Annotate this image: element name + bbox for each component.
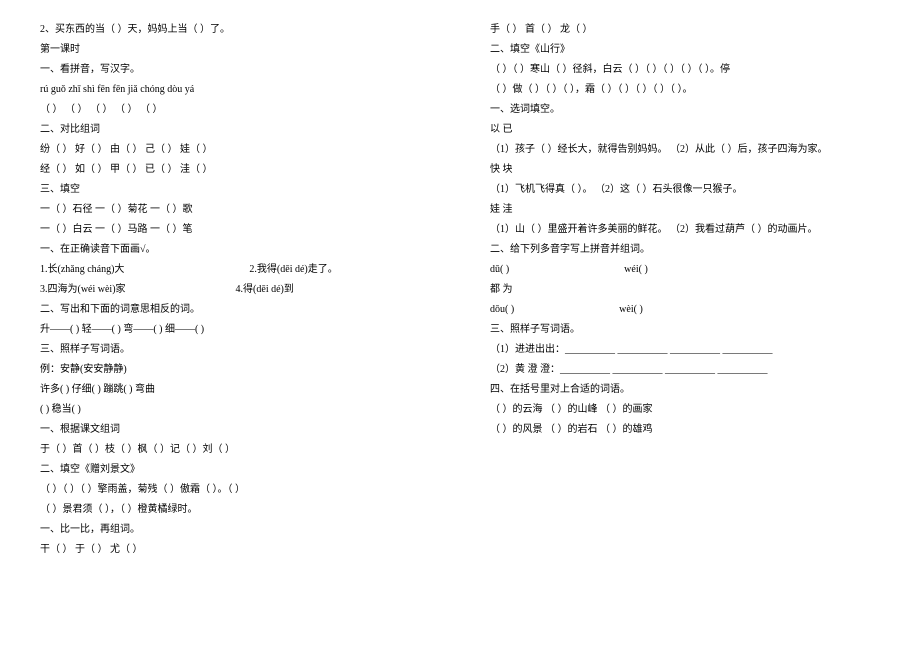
text-line: 一、看拼音，写汉字。: [40, 60, 430, 80]
text-span: 3.四海为(wéi wèi)家: [40, 284, 126, 295]
text-line: （ ）（ ）寒山（ ）径斜，白云（ ）（ ）（ ）（ ）（ ）。停: [490, 60, 880, 80]
text-line: 一（ ）石径 一（ ）菊花 一（ ）歌: [40, 200, 430, 220]
text-line: 二、填空《赠刘景文》: [40, 460, 430, 480]
text-line: 娃 洼: [490, 200, 880, 220]
text-line: 二、给下列多音字写上拼音并组词。: [490, 240, 880, 260]
text-line: 纷（ ） 好（ ） 由（ ） 己（ ） 娃（ ）: [40, 140, 430, 160]
text-line: 2、买东西的当（ ）天，妈妈上当（ ）了。: [40, 20, 430, 40]
text-line: 手（ ） 首（ ） 龙（ ）: [490, 20, 880, 40]
text-span: dōu( ): [490, 304, 514, 315]
text-line: 于（ ）首（ ）枝（ ）枫（ ）记（ ）刘（ ）: [40, 440, 430, 460]
text-line: 升——( ) 轻——( ) 弯——( ) 细——( ): [40, 320, 430, 340]
left-column: 2、买东西的当（ ）天，妈妈上当（ ）了。 第一课时 一、看拼音，写汉字。 rú…: [40, 20, 430, 630]
text-line: （ ）的风景 （ ）的岩石 （ ）的雄鸡: [490, 420, 880, 440]
text-line: 四、在括号里对上合适的词语。: [490, 380, 880, 400]
text-span: wéi( ): [624, 264, 648, 275]
text-line: （ ）的云海 （ ）的山峰 （ ）的画家: [490, 400, 880, 420]
text-line: 许多( ) 仔细( ) 蹦跳( ) 弯曲: [40, 380, 430, 400]
text-span: wèi( ): [619, 304, 643, 315]
text-line: 三、照样子写词语。: [490, 320, 880, 340]
text-line: 第一课时: [40, 40, 430, 60]
text-span: 2.我得(dēi dé)走了。: [249, 264, 337, 275]
text-line: 三、照样子写词语。: [40, 340, 430, 360]
text-line: 以 已: [490, 120, 880, 140]
text-line: 例：安静(安安静静): [40, 360, 430, 380]
text-line: 一、选词填空。: [490, 100, 880, 120]
text-line: （1）飞机飞得真（ ）。 （2）这（ ）石头很像一只猴子。: [490, 180, 880, 200]
pinyin-line: rú guǒ zhī shì fēn fēn jiǎ chóng dòu yá: [40, 80, 430, 100]
text-line: 二、填空《山行》: [490, 40, 880, 60]
text-line: （ ）（ ）（ ）擎雨盖，菊残（ ）傲霜（ ）。（ ）: [40, 480, 430, 500]
text-line: dōu( ) wèi( ): [490, 300, 880, 320]
text-line: 快 块: [490, 160, 880, 180]
text-line: 一、比一比，再组词。: [40, 520, 430, 540]
text-line: （1）山（ ）里盛开着许多美丽的鲜花。 （2）我看过葫芦（ ）的动画片。: [490, 220, 880, 240]
text-line: 都 为: [490, 280, 880, 300]
text-span: dū( ): [490, 264, 509, 275]
text-line: 经（ ） 如（ ） 甲（ ） 已（ ） 洼（ ）: [40, 160, 430, 180]
text-line: 干（ ） 于（ ） 尤（ ）: [40, 540, 430, 560]
text-line: ( ) 稳当( ): [40, 400, 430, 420]
text-line: （ ）做（ ）（ ）（ ），霜（ ）（ ）（ ）（ ）（ ）。: [490, 80, 880, 100]
text-line: 二、写出和下面的词意思相反的词。: [40, 300, 430, 320]
text-line: dū( ) wéi( ): [490, 260, 880, 280]
text-span: 4.得(dēi dé)到: [236, 284, 294, 295]
text-line: 3.四海为(wéi wèi)家 4.得(dēi dé)到: [40, 280, 430, 300]
text-span: 1.长(zhǎng cháng)大: [40, 264, 124, 275]
text-line: （ ）景君须（ ），（ ）橙黄橘绿时。: [40, 500, 430, 520]
text-line: （1）进进出出：__________ __________ __________…: [490, 340, 880, 360]
text-line: 三、填空: [40, 180, 430, 200]
text-line: （1）孩子（ ）经长大，就得告别妈妈。 （2）从此（ ）后，孩子四海为家。: [490, 140, 880, 160]
text-line: 二、对比组词: [40, 120, 430, 140]
right-column: 手（ ） 首（ ） 龙（ ） 二、填空《山行》 （ ）（ ）寒山（ ）径斜，白云…: [490, 20, 880, 630]
text-line: 一、根据课文组词: [40, 420, 430, 440]
text-line: （2）黄 澄 澄：__________ __________ _________…: [490, 360, 880, 380]
text-line: 一（ ）白云 一（ ）马路 一（ ）笔: [40, 220, 430, 240]
text-line: 1.长(zhǎng cháng)大 2.我得(dēi dé)走了。: [40, 260, 430, 280]
blank-line: （ ） （ ） （ ） （ ） （ ）: [40, 100, 430, 120]
text-line: 一、在正确读音下面画√。: [40, 240, 430, 260]
